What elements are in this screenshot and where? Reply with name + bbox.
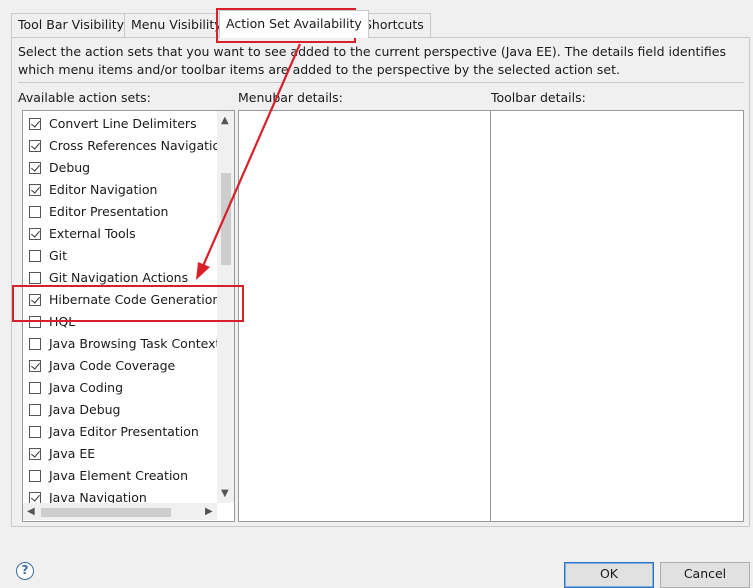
action-set-label: Git xyxy=(49,248,68,263)
scroll-down-arrow-icon[interactable]: ▼ xyxy=(221,489,229,499)
checkbox-unchecked[interactable] xyxy=(29,382,41,394)
tab-action-set-availability[interactable]: Action Set Availability xyxy=(219,10,369,38)
ok-button[interactable]: OK xyxy=(564,562,654,588)
checkbox-checked[interactable] xyxy=(29,162,41,174)
checkbox-checked[interactable] xyxy=(29,448,41,460)
action-set-label: Java Code Coverage xyxy=(49,358,176,373)
checkbox-unchecked[interactable] xyxy=(29,470,41,482)
annotation-item-highlight xyxy=(12,285,244,322)
checkbox-checked[interactable] xyxy=(29,184,41,196)
separator xyxy=(18,82,744,83)
action-set-label: Java Coding xyxy=(49,380,124,395)
checkbox-checked[interactable] xyxy=(29,360,41,372)
tab-tool-bar-visibility[interactable]: Tool Bar Visibility xyxy=(11,13,131,37)
cancel-button[interactable]: Cancel xyxy=(660,562,750,588)
scroll-left-arrow-icon[interactable]: ◀ xyxy=(27,507,35,517)
tab-menu-visibility[interactable]: Menu Visibility xyxy=(124,13,229,37)
action-set-label: Editor Presentation xyxy=(49,204,169,219)
toolbar-details-label: Toolbar details: xyxy=(491,90,586,105)
action-set-label: Convert Line Delimiters xyxy=(49,116,197,131)
horizontal-scroll-thumb[interactable] xyxy=(41,508,171,517)
scroll-up-arrow-icon[interactable]: ▲ xyxy=(221,116,229,126)
action-set-label: Java Browsing Task Context xyxy=(49,336,221,351)
checkbox-checked[interactable] xyxy=(29,118,41,130)
checkbox-unchecked[interactable] xyxy=(29,426,41,438)
action-set-label: External Tools xyxy=(49,226,136,241)
action-set-label: Debug xyxy=(49,160,91,175)
checkbox-checked[interactable] xyxy=(29,140,41,152)
checkbox-checked[interactable] xyxy=(29,228,41,240)
checkbox-unchecked[interactable] xyxy=(29,272,41,284)
horizontal-scrollbar[interactable]: ◀ ▶ xyxy=(23,503,217,520)
action-set-label: Cross References Navigation xyxy=(49,138,229,153)
menubar-details-label: Menubar details: xyxy=(238,90,343,105)
help-icon[interactable]: ? xyxy=(16,562,34,580)
toolbar-details-pane[interactable] xyxy=(490,110,744,522)
menubar-details-pane[interactable] xyxy=(238,110,491,522)
action-set-label: Java Element Creation xyxy=(49,468,188,483)
checkbox-unchecked[interactable] xyxy=(29,250,41,262)
checkbox-unchecked[interactable] xyxy=(29,338,41,350)
available-action-sets-label: Available action sets: xyxy=(18,90,151,105)
action-set-label: Java EE xyxy=(49,446,96,461)
action-set-label: Java Editor Presentation xyxy=(49,424,199,439)
action-set-label: Editor Navigation xyxy=(49,182,158,197)
description-text: Select the action sets that you want to … xyxy=(18,44,726,77)
action-set-label: Java Debug xyxy=(49,402,121,417)
vertical-scroll-thumb[interactable] xyxy=(221,173,231,265)
checkbox-unchecked[interactable] xyxy=(29,404,41,416)
scroll-right-arrow-icon[interactable]: ▶ xyxy=(205,507,213,517)
checkbox-unchecked[interactable] xyxy=(29,206,41,218)
